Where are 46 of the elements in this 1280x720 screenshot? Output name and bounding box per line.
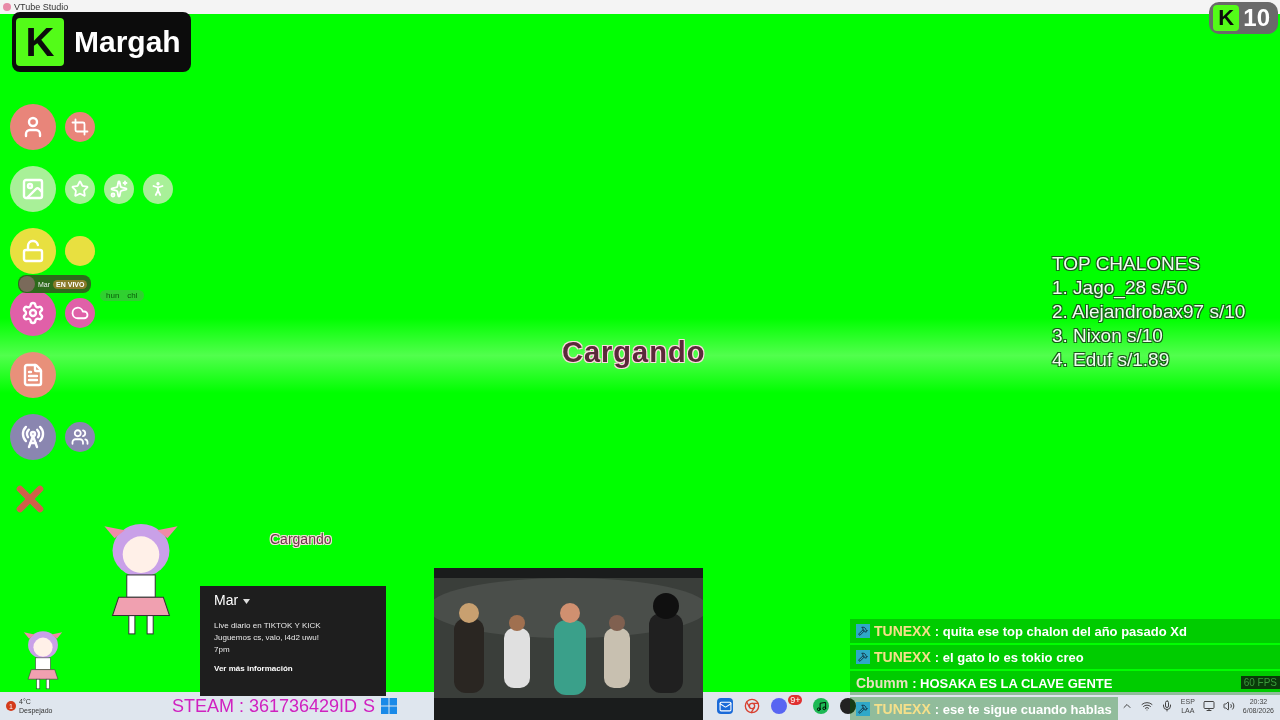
- monitor-icon[interactable]: [1202, 700, 1215, 712]
- logo-mark: K: [16, 18, 64, 66]
- badge-text: hun: [106, 291, 120, 300]
- hammer-icon: [856, 624, 870, 638]
- profile-text: 7pm: [214, 644, 231, 656]
- window-title: VTube Studio: [14, 2, 69, 12]
- chat-username: TUNEXX: [874, 701, 931, 717]
- browser-icon[interactable]: [744, 698, 761, 714]
- leaderboard-entry: 4. Eduf s/1.89: [1052, 348, 1171, 372]
- chat-text: : ese te sigue cuando hablas: [934, 701, 1112, 717]
- viewer-count: 10: [1243, 4, 1270, 32]
- leaderboard-title: TOP CHALONES: [1052, 252, 1202, 276]
- caret-icon[interactable]: [243, 598, 251, 604]
- chat-text: : HOSAKA ES LA CLAVE GENTE: [912, 675, 1113, 691]
- music-icon[interactable]: [813, 698, 830, 714]
- badge-text: chl: [127, 291, 138, 300]
- logo-mark: K: [1212, 4, 1240, 32]
- chat-username: TUNEXX: [874, 623, 931, 639]
- more-info-link[interactable]: Ver más información: [214, 664, 372, 673]
- profile-name: Mar: [214, 592, 239, 608]
- fps-counter: 60 FPS: [1240, 676, 1280, 689]
- windows-icon[interactable]: [381, 698, 398, 714]
- volume-icon[interactable]: [1222, 700, 1235, 712]
- hammer-icon: [856, 650, 870, 664]
- mail-icon[interactable]: [717, 698, 734, 714]
- wifi-icon[interactable]: [1140, 700, 1153, 712]
- leaderboard-entry: 3. Nixon s/10: [1052, 324, 1164, 348]
- profile-text: Live diario en TIKTOK Y KICK: [214, 620, 322, 632]
- microphone-icon[interactable]: [1160, 700, 1173, 712]
- avatar: [19, 276, 35, 292]
- ticker-text: S: [363, 695, 376, 717]
- leaderboard-entry: 1. Jago_28 s/50: [1052, 276, 1189, 300]
- loading-text: Cargando: [270, 531, 332, 547]
- app-icon: [3, 3, 11, 11]
- notification-badge: 9+: [788, 695, 803, 705]
- ticker-text: STEAM : 361736429ID: [172, 695, 358, 717]
- chat-text: : quita ese top chalon del año pasado Xd: [934, 623, 1187, 639]
- chat-app-icon[interactable]: [771, 698, 788, 714]
- chat-text: : el gato lo es tokio creo: [934, 649, 1084, 665]
- profile-text: Juguemos cs, valo, l4d2 uwu!: [214, 632, 320, 644]
- chat-username: TUNEXX: [874, 649, 931, 665]
- loading-text: Cargando: [562, 336, 706, 369]
- hammer-icon: [856, 702, 870, 716]
- brand-name: Margah: [74, 25, 181, 59]
- chat-username: Cbumm: [856, 675, 909, 691]
- leaderboard-entry: 2. Alejandrobax97 s/10: [1052, 300, 1246, 324]
